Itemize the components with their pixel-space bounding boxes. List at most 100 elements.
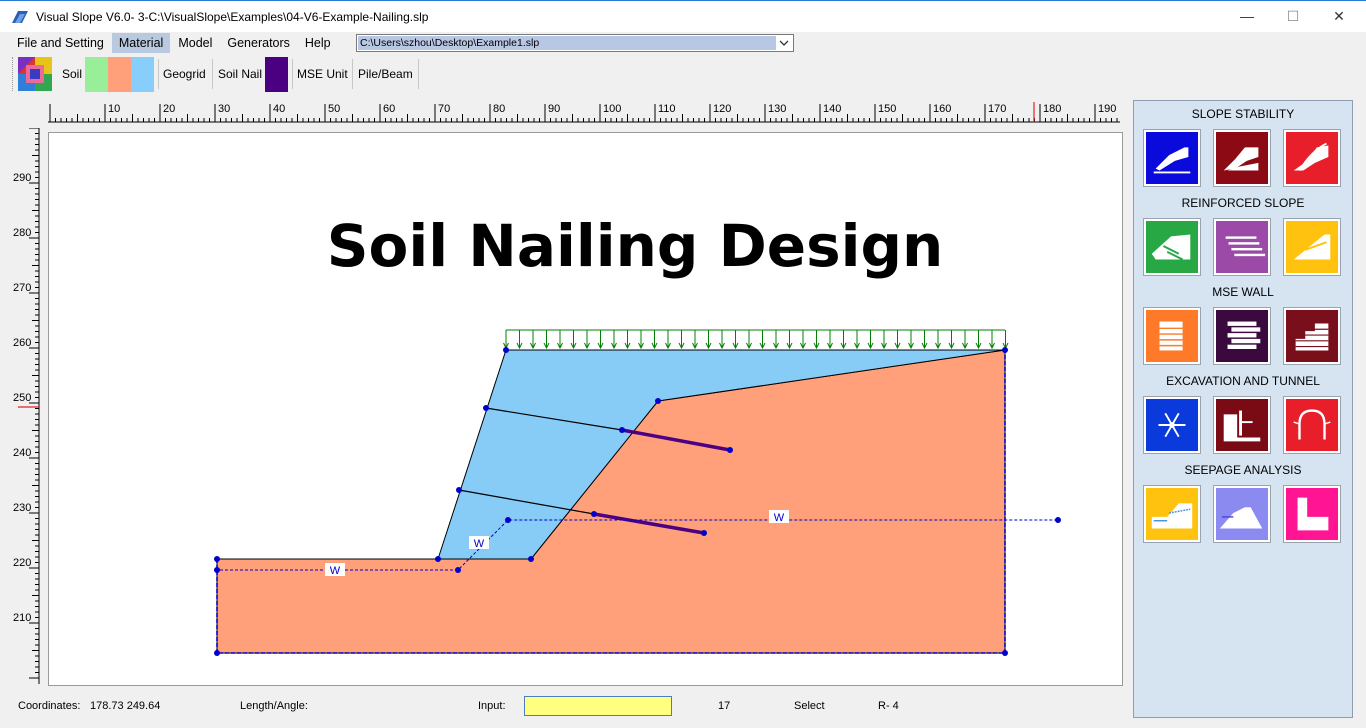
ruler-top-label: 80 <box>493 103 505 115</box>
ruler-top-label: 190 <box>1098 103 1116 115</box>
reinforced-anchor-button[interactable] <box>1283 218 1341 276</box>
model-node[interactable] <box>727 447 733 453</box>
soil-nail-swatch[interactable] <box>265 57 288 92</box>
toolbar-separator <box>352 59 353 89</box>
ruler-left-label: 230 <box>13 502 31 514</box>
model-node[interactable] <box>619 427 625 433</box>
panel-section-title: SEEPAGE ANALYSIS <box>1184 463 1302 477</box>
ruler-left-label: 210 <box>13 612 31 624</box>
slope-stability-advanced-button[interactable] <box>1283 129 1341 187</box>
reinforced-geogrid-button[interactable] <box>1213 218 1271 276</box>
geogrid-tool-label[interactable]: Geogrid <box>163 67 206 81</box>
menu-model[interactable]: Model <box>171 33 219 53</box>
model-node[interactable] <box>214 650 220 656</box>
command-input[interactable] <box>524 696 672 716</box>
ruler-left-label: 240 <box>13 447 31 459</box>
model-node[interactable] <box>435 556 441 562</box>
model-node[interactable] <box>456 487 462 493</box>
ruler-top-label: 180 <box>1043 103 1061 115</box>
material-palette-icon[interactable] <box>18 57 52 91</box>
model-canvas[interactable]: Soil Nailing Design W W W <box>48 132 1123 686</box>
seepage-slope-icon <box>1146 488 1198 540</box>
status-row: R- 4 <box>878 700 899 712</box>
right-scrollbar[interactable] <box>1356 52 1366 728</box>
soil-nail-tool-label[interactable]: Soil Nail <box>218 67 262 81</box>
panel-section-title: EXCAVATION AND TUNNEL <box>1166 374 1320 388</box>
soil-swatch-green[interactable] <box>85 57 108 92</box>
anchor-slope-icon <box>1286 221 1338 273</box>
ruler-top-label: 100 <box>603 103 621 115</box>
coordinates-label: Coordinates: <box>18 700 81 712</box>
file-path-dropdown[interactable]: C:\Users\szhou\Desktop\Example1.slp <box>356 34 794 52</box>
geogrid-slope-icon <box>1216 221 1268 273</box>
ruler-top-label: 140 <box>823 103 841 115</box>
model-node[interactable] <box>503 347 509 353</box>
ruler-top-label: 170 <box>988 103 1006 115</box>
slope-model-drawing[interactable]: Soil Nailing Design W W W <box>49 133 1123 686</box>
pile-beam-tool-label[interactable]: Pile/Beam <box>358 67 413 81</box>
ruler-left-label: 260 <box>13 337 31 349</box>
tunnel-button[interactable] <box>1283 396 1341 454</box>
soil-tool-label[interactable]: Soil <box>62 67 82 81</box>
ruler-top-label: 10 <box>108 103 120 115</box>
soil-swatch-orange[interactable] <box>108 57 131 92</box>
slope-stability-basic-button[interactable] <box>1143 129 1201 187</box>
seepage-slope-button[interactable] <box>1143 485 1201 543</box>
seepage-wall-button[interactable] <box>1283 485 1341 543</box>
excavation-wall-button[interactable] <box>1213 396 1271 454</box>
slope-stability-layered-button[interactable] <box>1213 129 1271 187</box>
snowflake-icon <box>1146 399 1198 451</box>
model-node[interactable] <box>214 567 220 573</box>
mse-segmental-wall-button[interactable] <box>1213 307 1271 365</box>
model-node[interactable] <box>1055 517 1061 523</box>
ruler-left-label: 290 <box>13 172 31 184</box>
seepage-dam-button[interactable] <box>1213 485 1271 543</box>
toolbar-separator <box>418 59 419 89</box>
chevron-down-icon[interactable] <box>778 36 790 50</box>
model-node[interactable] <box>483 405 489 411</box>
ruler-top-label: 20 <box>163 103 175 115</box>
seepage-wall-icon <box>1286 488 1338 540</box>
close-button[interactable]: ✕ <box>1316 1 1362 31</box>
coordinates-value: 178.73 249.64 <box>90 700 161 712</box>
ruler-top-label: 110 <box>658 103 676 115</box>
menu-file-and-setting[interactable]: File and Setting <box>10 33 111 53</box>
model-node[interactable] <box>528 556 534 562</box>
menu-material[interactable]: Material <box>111 33 171 53</box>
minimize-button[interactable]: — <box>1224 1 1270 31</box>
toolbar-grip[interactable] <box>12 57 16 91</box>
menu-help[interactable]: Help <box>298 33 338 53</box>
model-node[interactable] <box>214 556 220 562</box>
svg-text:W: W <box>330 565 341 577</box>
slope-icon <box>1146 132 1198 184</box>
ruler-top-label: 30 <box>218 103 230 115</box>
panel-section-title: MSE WALL <box>1212 285 1274 299</box>
maximize-button[interactable]: ☐ <box>1270 1 1316 31</box>
ruler-top-label: 90 <box>548 103 560 115</box>
model-node[interactable] <box>455 567 461 573</box>
reinforced-nail-button[interactable] <box>1143 218 1201 276</box>
model-node[interactable] <box>505 517 511 523</box>
toolbar-separator <box>212 59 213 89</box>
status-bar: Coordinates: 178.73 249.64 Length/Angle:… <box>8 694 1128 718</box>
title-bar: Visual Slope V6.0- 3-C:\VisualSlope\Exam… <box>0 0 1366 32</box>
nailed-slope-icon <box>1146 221 1198 273</box>
soil-swatch-blue[interactable] <box>131 57 154 92</box>
app-logo-icon <box>12 11 28 23</box>
frozen-ground-button[interactable] <box>1143 396 1201 454</box>
mse-unit-tool-label[interactable]: MSE Unit <box>297 67 348 81</box>
mse-tiered-wall-button[interactable] <box>1283 307 1341 365</box>
model-node[interactable] <box>591 511 597 517</box>
model-node[interactable] <box>1002 347 1008 353</box>
length-angle-label: Length/Angle: <box>240 700 308 712</box>
file-path-value: C:\Users\szhou\Desktop\Example1.slp <box>358 36 776 50</box>
model-node[interactable] <box>701 530 707 536</box>
ruler-left-label: 250 <box>13 392 31 404</box>
ruler-left-label: 220 <box>13 557 31 569</box>
mse-block-wall-button[interactable] <box>1143 307 1201 365</box>
model-node[interactable] <box>655 398 661 404</box>
surcharge-load[interactable] <box>503 329 1009 350</box>
model-node[interactable] <box>1002 650 1008 656</box>
menu-generators[interactable]: Generators <box>220 33 297 53</box>
ruler-top-label: 150 <box>878 103 896 115</box>
